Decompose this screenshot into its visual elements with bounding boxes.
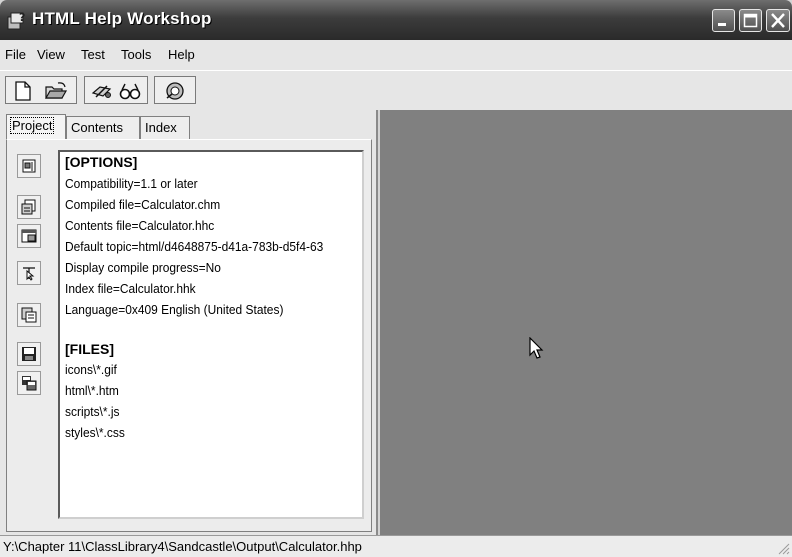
save-icon bbox=[22, 347, 36, 361]
option-line: Default topic=html/d4648875-d41a-783b-d5… bbox=[65, 239, 324, 254]
minimize-button[interactable] bbox=[712, 9, 735, 32]
tab-project-label: Project bbox=[9, 117, 55, 134]
file-toolbar-group bbox=[5, 76, 77, 104]
close-icon bbox=[771, 13, 785, 28]
help-workshop-icon: ? bbox=[7, 11, 25, 30]
status-bar: Y:\Chapter 11\ClassLibrary4\Sandcastle\O… bbox=[0, 535, 792, 557]
save-all-and-compile-button[interactable] bbox=[17, 371, 41, 395]
menu-bar: File View Test Tools Help bbox=[0, 40, 792, 70]
save-project-button[interactable] bbox=[17, 342, 41, 366]
option-line: Contents file=Calculator.hhc bbox=[65, 218, 215, 233]
add-remove-topic-files-button[interactable] bbox=[17, 195, 41, 219]
close-button[interactable] bbox=[766, 9, 790, 32]
files-section-header: [FILES] bbox=[65, 341, 114, 357]
open-button[interactable] bbox=[44, 80, 68, 102]
new-file-icon bbox=[15, 81, 31, 101]
help-toolbar-group bbox=[154, 76, 196, 104]
tab-contents[interactable]: Contents bbox=[66, 116, 140, 139]
menu-test[interactable]: Test bbox=[81, 47, 105, 62]
menu-view[interactable]: View bbox=[37, 47, 65, 62]
title-bar[interactable]: ? HTML Help Workshop bbox=[0, 0, 792, 40]
option-line: Compiled file=Calculator.chm bbox=[65, 197, 221, 212]
help-button[interactable] bbox=[164, 80, 186, 102]
svg-text:?: ? bbox=[19, 11, 25, 24]
workspace-area bbox=[380, 110, 792, 535]
status-project-path: Y:\Chapter 11\ClassLibrary4\Sandcastle\O… bbox=[3, 539, 362, 554]
toolbar bbox=[0, 70, 792, 110]
view-compiled-icon bbox=[119, 83, 141, 100]
file-line: icons\*.gif bbox=[65, 362, 117, 377]
alias-icon bbox=[21, 307, 37, 323]
file-line: styles\*.css bbox=[65, 425, 125, 440]
file-line: scripts\*.js bbox=[65, 404, 120, 419]
help-icon bbox=[166, 82, 184, 100]
maximize-icon bbox=[743, 13, 758, 28]
add-modify-window-definitions-button[interactable] bbox=[17, 224, 41, 248]
resize-grip-icon[interactable] bbox=[776, 541, 790, 555]
tab-index[interactable]: Index bbox=[140, 116, 190, 139]
option-line: Index file=Calculator.hhk bbox=[65, 281, 196, 296]
menu-tools[interactable]: Tools bbox=[121, 47, 151, 62]
save-compile-icon bbox=[22, 376, 37, 391]
tab-contents-label: Contents bbox=[71, 120, 124, 135]
tab-index-label: Index bbox=[145, 120, 177, 135]
option-line: Display compile progress=No bbox=[65, 260, 221, 275]
compile-icon bbox=[91, 85, 112, 98]
html-help-api-information-button[interactable] bbox=[17, 261, 41, 285]
new-button[interactable] bbox=[12, 80, 34, 102]
change-project-options-button[interactable] bbox=[17, 154, 41, 178]
tab-project[interactable]: Project bbox=[6, 114, 66, 140]
change-options-icon bbox=[22, 159, 36, 173]
compile-toolbar-group bbox=[84, 76, 148, 104]
menu-file[interactable]: File bbox=[5, 47, 26, 62]
window-title: HTML Help Workshop bbox=[32, 9, 212, 28]
add-remove-files-icon bbox=[21, 199, 36, 215]
menu-help[interactable]: Help bbox=[168, 47, 195, 62]
mouse-pointer-icon bbox=[529, 337, 544, 359]
minimize-icon bbox=[718, 23, 726, 26]
compile-button[interactable] bbox=[90, 80, 112, 102]
file-line: html\*.htm bbox=[65, 383, 119, 398]
project-options-view[interactable]: [OPTIONS] Compatibility=1.1 or later Com… bbox=[58, 150, 364, 519]
maximize-button[interactable] bbox=[739, 9, 762, 32]
main-window: ? HTML Help Workshop File View Test Tool… bbox=[0, 0, 792, 557]
open-folder-icon bbox=[44, 82, 68, 99]
alias-button[interactable] bbox=[17, 303, 41, 327]
view-compiled-file-button[interactable] bbox=[118, 80, 141, 102]
options-section-header: [OPTIONS] bbox=[65, 154, 138, 170]
option-line: Language=0x409 English (United States) bbox=[65, 302, 284, 317]
map-icon bbox=[23, 267, 35, 281]
window-types-icon bbox=[21, 229, 37, 243]
option-line: Compatibility=1.1 or later bbox=[65, 176, 198, 191]
